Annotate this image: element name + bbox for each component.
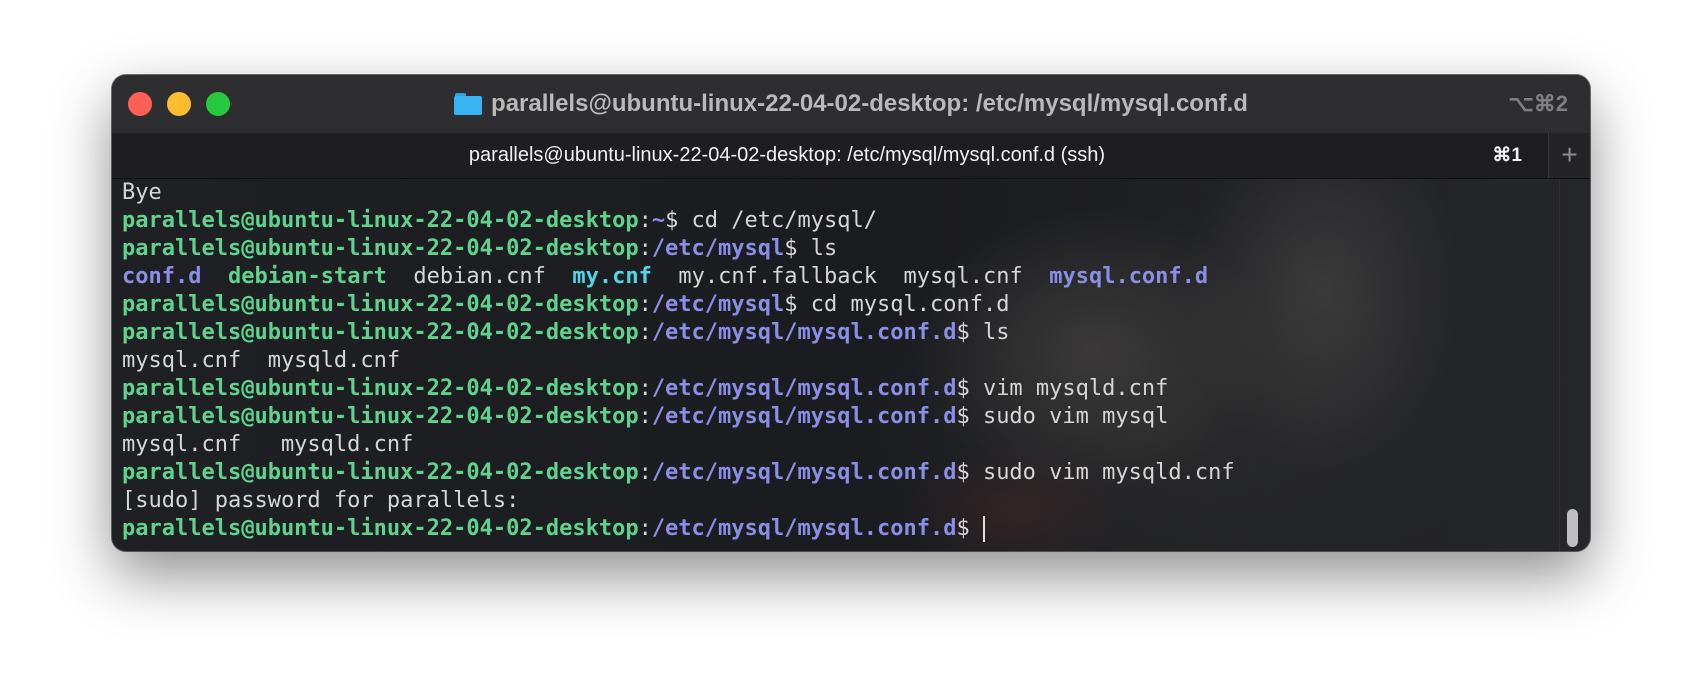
terminal-text-segment: /etc/mysql/mysql.conf.d	[651, 516, 957, 541]
terminal-window: parallels@ubuntu-linux-22-04-02-desktop:…	[112, 75, 1590, 551]
terminal-line: parallels@ubuntu-linux-22-04-02-desktop:…	[122, 291, 1235, 319]
vertical-scrollbar[interactable]	[1564, 179, 1580, 551]
terminal-text-segment: :	[638, 236, 652, 261]
terminal-text-segment: conf.d	[122, 264, 202, 289]
terminal-text-segment: /etc/mysql	[651, 236, 785, 261]
terminal-text-segment: parallels@ubuntu-linux-22-04-02-desktop	[122, 320, 639, 345]
scrollbar-thumb[interactable]	[1567, 509, 1578, 547]
terminal-text-segment: parallels@ubuntu-linux-22-04-02-desktop	[122, 236, 639, 261]
terminal-line: parallels@ubuntu-linux-22-04-02-desktop:…	[122, 459, 1235, 487]
scrollbar-track-divider	[1559, 179, 1560, 551]
terminal-text-segment: mysql.cnf mysqld.cnf	[122, 432, 414, 457]
terminal-text-segment: parallels@ubuntu-linux-22-04-02-desktop	[122, 208, 639, 233]
terminal-text-segment: :	[638, 292, 652, 317]
terminal-text-segment: $ vim mysqld.cnf	[956, 376, 1169, 401]
terminal-text-segment: :	[638, 516, 652, 541]
terminal-line: mysql.cnf mysqld.cnf	[122, 431, 1235, 459]
terminal-text-segment: debian-start	[227, 264, 387, 289]
terminal-text-segment: /etc/mysql	[651, 292, 785, 317]
terminal-text-segment: ~	[651, 208, 666, 233]
terminal-line: conf.d debian-start debian.cnf my.cnf my…	[122, 263, 1235, 291]
terminal-text-segment: :	[638, 376, 652, 401]
terminal-text-segment: :	[638, 208, 652, 233]
tab-ssh-session[interactable]: parallels@ubuntu-linux-22-04-02-desktop:…	[112, 133, 1549, 178]
terminal-line: parallels@ubuntu-linux-22-04-02-desktop:…	[122, 319, 1235, 347]
terminal-line: parallels@ubuntu-linux-22-04-02-desktop:…	[122, 403, 1235, 431]
terminal-lines: Bye parallels@ubuntu-linux-22-04-02-deskt…	[122, 179, 1235, 543]
terminal-text-segment: [sudo] password for parallels:	[122, 488, 520, 513]
terminal-text-segment: /etc/mysql/mysql.conf.d	[651, 404, 957, 429]
terminal-text-segment: mysql.cnf mysqld.cnf	[122, 348, 401, 373]
terminal-text-segment: my.cnf.fallback mysql.cnf	[651, 264, 1050, 289]
terminal-text-segment: /etc/mysql/mysql.conf.d	[651, 376, 957, 401]
window-shortcut-label: ⌥⌘2	[1508, 91, 1568, 116]
terminal-line: parallels@ubuntu-linux-22-04-02-desktop:…	[122, 375, 1235, 403]
folder-icon	[454, 93, 483, 115]
window-title-group: parallels@ubuntu-linux-22-04-02-desktop:…	[112, 75, 1590, 133]
terminal-text-segment: $ sudo vim mysql	[956, 404, 1169, 429]
new-tab-button[interactable]: +	[1549, 133, 1590, 178]
terminal-text-segment: $ ls	[784, 236, 838, 261]
terminal-text-segment: parallels@ubuntu-linux-22-04-02-desktop	[122, 376, 639, 401]
tab-bar: parallels@ubuntu-linux-22-04-02-desktop:…	[112, 133, 1590, 179]
terminal-text-segment: :	[638, 460, 652, 485]
terminal-text-segment: $ cd /etc/mysql/	[665, 208, 877, 233]
terminal-text-segment: $ sudo vim mysqld.cnf	[956, 460, 1235, 485]
terminal-text-segment: $	[956, 516, 983, 541]
terminal-line: parallels@ubuntu-linux-22-04-02-desktop:…	[122, 515, 1235, 543]
terminal-text-segment: mysql.conf.d	[1049, 264, 1209, 289]
terminal-text-segment: debian.cnf	[386, 264, 573, 289]
terminal-line: mysql.cnf mysqld.cnf	[122, 347, 1235, 375]
tab-title: parallels@ubuntu-linux-22-04-02-desktop:…	[468, 144, 1106, 166]
terminal-text-segment: $ cd mysql.conf.d	[784, 292, 1010, 317]
title-bar[interactable]: parallels@ubuntu-linux-22-04-02-desktop:…	[112, 75, 1590, 134]
terminal-text-segment: my.cnf	[572, 264, 652, 289]
terminal-line: parallels@ubuntu-linux-22-04-02-desktop:…	[122, 235, 1235, 263]
terminal-line: Bye	[122, 179, 1235, 207]
terminal-text-segment: $ ls	[956, 320, 1010, 345]
terminal-line: [sudo] password for parallels:	[122, 487, 1235, 515]
terminal-text-segment: parallels@ubuntu-linux-22-04-02-desktop	[122, 460, 639, 485]
terminal-output[interactable]: Bye parallels@ubuntu-linux-22-04-02-deskt…	[112, 179, 1590, 551]
terminal-text-segment: parallels@ubuntu-linux-22-04-02-desktop	[122, 292, 639, 317]
terminal-text-segment: /etc/mysql/mysql.conf.d	[651, 460, 957, 485]
terminal-text-segment: :	[638, 320, 652, 345]
terminal-line: parallels@ubuntu-linux-22-04-02-desktop:…	[122, 207, 1235, 235]
terminal-text-segment: /etc/mysql/mysql.conf.d	[651, 320, 957, 345]
terminal-text-segment: parallels@ubuntu-linux-22-04-02-desktop	[122, 516, 639, 541]
terminal-text-segment: Bye	[122, 180, 162, 205]
text-cursor	[982, 516, 985, 542]
window-title: parallels@ubuntu-linux-22-04-02-desktop:…	[491, 90, 1248, 117]
terminal-text-segment: :	[638, 404, 652, 429]
tab-shortcut-label: ⌘1	[1492, 145, 1522, 166]
terminal-text-segment: parallels@ubuntu-linux-22-04-02-desktop	[122, 404, 639, 429]
